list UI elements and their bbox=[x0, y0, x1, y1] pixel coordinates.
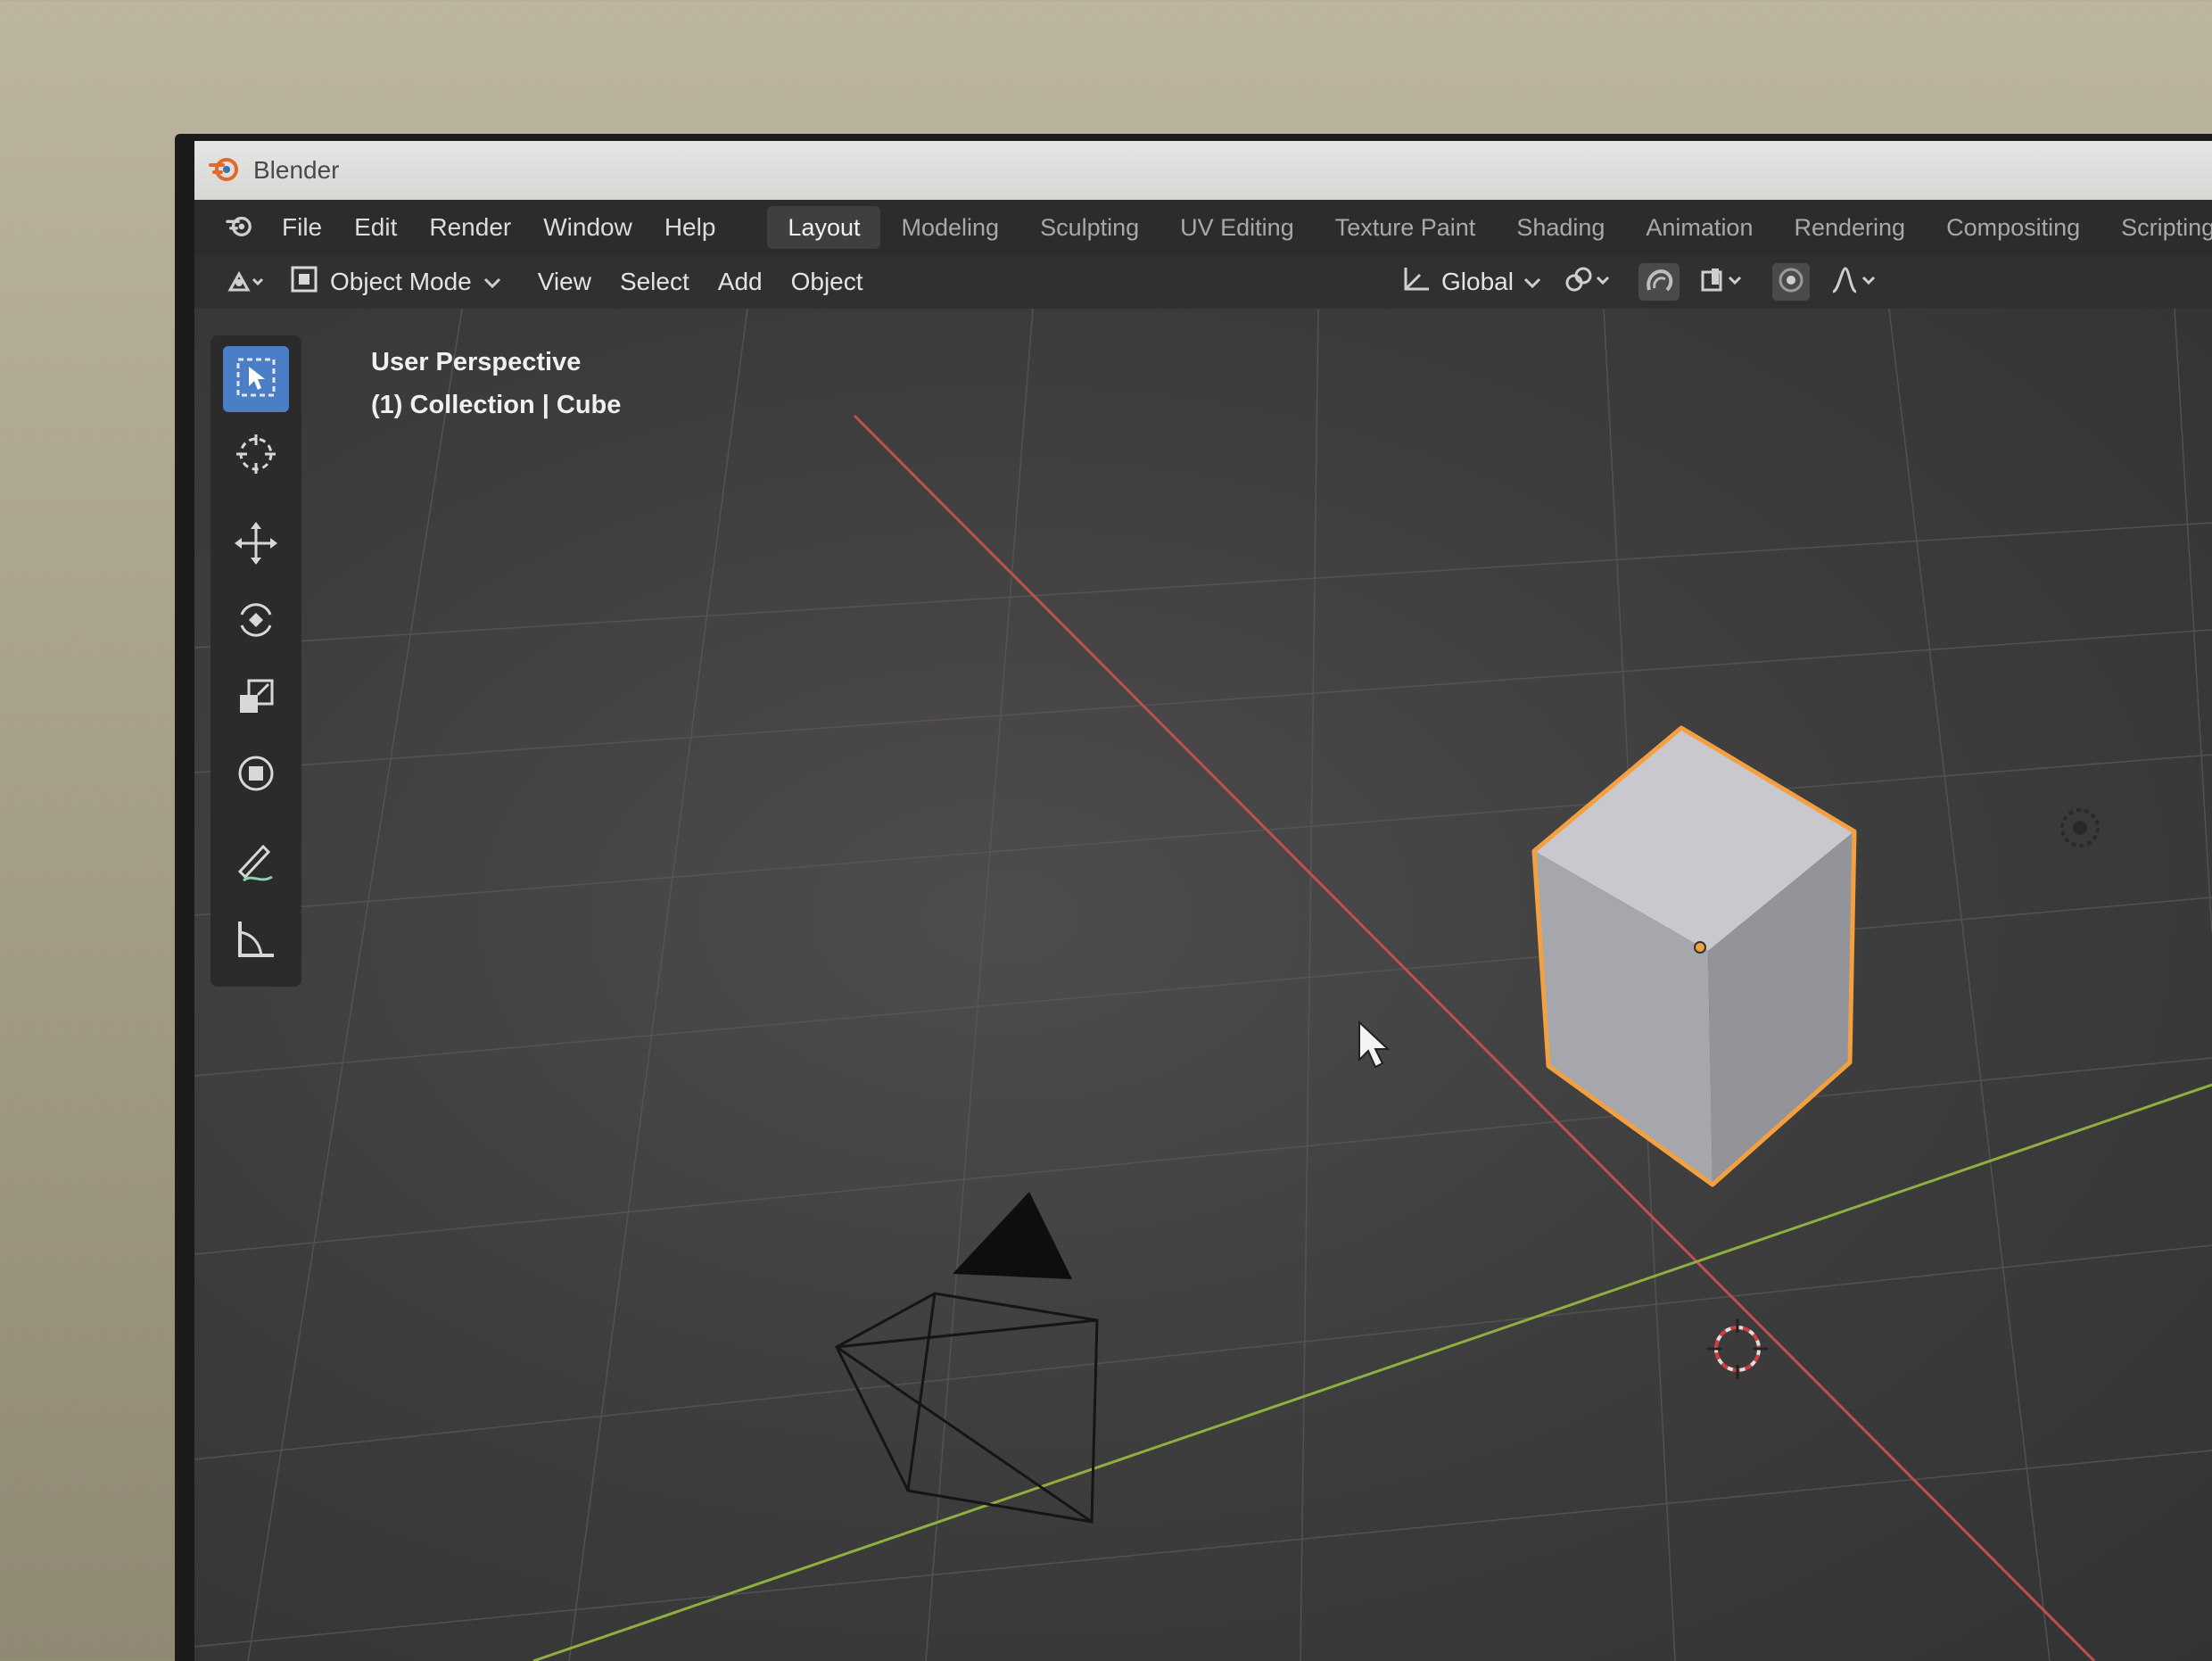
rotate-icon bbox=[231, 595, 281, 649]
proportional-editing-icon[interactable] bbox=[1771, 263, 1810, 301]
selected-cube[interactable] bbox=[1531, 725, 1857, 1187]
chevron-down-icon bbox=[1523, 268, 1542, 296]
top-menu-bar: File Edit Render Window Help Layout Mode… bbox=[194, 200, 2212, 255]
blender-menu-icon[interactable] bbox=[214, 212, 266, 243]
snap-magnet-icon[interactable] bbox=[1638, 263, 1680, 301]
transform-tool[interactable] bbox=[223, 742, 289, 808]
tab-layout[interactable]: Layout bbox=[767, 206, 881, 249]
select-box-icon bbox=[231, 352, 281, 406]
cursor-tool[interactable] bbox=[223, 423, 289, 489]
x-axis-line bbox=[853, 414, 2096, 1661]
tab-sculpting[interactable]: Sculpting bbox=[1019, 206, 1160, 249]
tab-modeling[interactable]: Modeling bbox=[880, 206, 1019, 249]
menu-render[interactable]: Render bbox=[413, 200, 527, 255]
annotate-tool[interactable] bbox=[223, 831, 289, 897]
object-mode-icon bbox=[289, 264, 319, 301]
3d-viewport[interactable]: User Perspective (1) Collection | Cube bbox=[194, 309, 2212, 1661]
snap-target-icon[interactable] bbox=[1699, 265, 1753, 299]
tab-rendering[interactable]: Rendering bbox=[1773, 206, 1926, 249]
blender-logo-icon bbox=[209, 154, 241, 186]
tab-animation[interactable]: Animation bbox=[1625, 206, 1773, 249]
measure-tool[interactable] bbox=[223, 908, 289, 974]
editor-type-icon[interactable] bbox=[225, 267, 266, 297]
active-collection-label: (1) Collection | Cube bbox=[371, 391, 622, 419]
menu-add[interactable]: Add bbox=[704, 255, 777, 309]
tab-uv-editing[interactable]: UV Editing bbox=[1160, 206, 1315, 249]
menu-help[interactable]: Help bbox=[648, 200, 732, 255]
cursor-crosshair-icon bbox=[231, 429, 281, 483]
annotate-pencil-icon bbox=[231, 838, 281, 891]
object-mode-select[interactable]: Object Mode bbox=[289, 264, 502, 301]
measure-ruler-icon bbox=[231, 914, 281, 968]
viewport-grid bbox=[194, 309, 2212, 1661]
menu-view[interactable]: View bbox=[524, 255, 606, 309]
menu-select[interactable]: Select bbox=[606, 255, 704, 309]
chevron-down-icon bbox=[483, 268, 502, 296]
transform-icon bbox=[231, 748, 281, 802]
falloff-curve-icon[interactable] bbox=[1829, 265, 1883, 299]
pivot-point-icon[interactable] bbox=[1562, 265, 1619, 299]
orientation-label: Global bbox=[1441, 268, 1514, 295]
move-tool[interactable] bbox=[223, 512, 289, 578]
workspace-tabs: Layout Modeling Sculpting UV Editing Tex… bbox=[767, 206, 2212, 249]
3d-cursor[interactable] bbox=[1707, 1318, 1768, 1379]
y-axis-line bbox=[532, 1083, 2212, 1661]
orientation-axes-icon bbox=[1399, 264, 1432, 301]
title-bar: Blender bbox=[194, 141, 2212, 200]
window-title: Blender bbox=[253, 156, 340, 184]
tab-shading[interactable]: Shading bbox=[1496, 206, 1625, 249]
menu-edit[interactable]: Edit bbox=[338, 200, 413, 255]
viewport-header: Object Mode View Select Add Object Globa… bbox=[194, 255, 2212, 309]
move-arrows-icon bbox=[231, 518, 281, 572]
header-right-tools: Global bbox=[1399, 255, 1883, 309]
light-object[interactable] bbox=[2060, 808, 2100, 847]
mouse-pointer-icon bbox=[1358, 1020, 1391, 1069]
tab-scripting[interactable]: Scripting bbox=[2101, 206, 2212, 249]
object-mode-label: Object Mode bbox=[330, 268, 472, 295]
scale-tool[interactable] bbox=[223, 665, 289, 731]
scale-icon bbox=[231, 672, 281, 725]
menu-window[interactable]: Window bbox=[527, 200, 648, 255]
tab-compositing[interactable]: Compositing bbox=[1926, 206, 2101, 249]
select-box-tool[interactable] bbox=[223, 346, 289, 412]
camera-object[interactable] bbox=[835, 1192, 1099, 1524]
blender-window: Blender File Edit Render Window Help Lay… bbox=[194, 141, 2212, 1661]
tool-shelf bbox=[210, 335, 301, 987]
transform-orientation-select[interactable]: Global bbox=[1399, 264, 1542, 301]
tab-texture-paint[interactable]: Texture Paint bbox=[1315, 206, 1497, 249]
view-perspective-label: User Perspective bbox=[371, 348, 582, 376]
menu-object[interactable]: Object bbox=[777, 255, 878, 309]
menu-file[interactable]: File bbox=[266, 200, 338, 255]
rotate-tool[interactable] bbox=[223, 589, 289, 655]
